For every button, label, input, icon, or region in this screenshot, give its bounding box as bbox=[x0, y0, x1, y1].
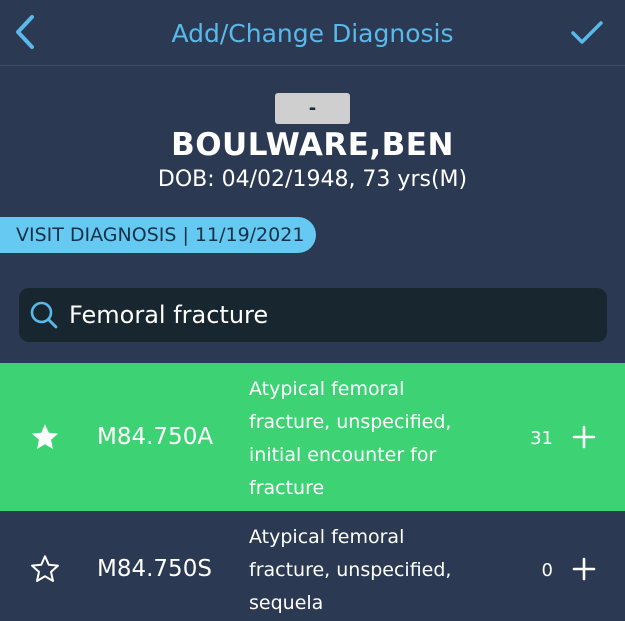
plus-icon bbox=[572, 425, 596, 449]
diagnosis-description: Atypical femoral fracture, unspecified, … bbox=[249, 526, 452, 614]
page-title: Add/Change Diagnosis bbox=[171, 18, 454, 48]
back-button[interactable] bbox=[8, 12, 42, 52]
diagnosis-code: M84.750S bbox=[97, 556, 212, 582]
star-outline-icon[interactable] bbox=[28, 552, 62, 586]
chevron-left-icon bbox=[16, 15, 34, 49]
search-input[interactable] bbox=[69, 288, 607, 342]
add-diagnosis-button[interactable] bbox=[569, 554, 599, 584]
add-diagnosis-button[interactable] bbox=[569, 422, 599, 452]
patient-dob: DOB: 04/02/1948, 73 yrs(M) bbox=[157, 167, 468, 192]
patient-name: BOULWARE,BEN bbox=[171, 127, 454, 163]
done-button[interactable] bbox=[569, 14, 605, 52]
search-icon bbox=[27, 298, 61, 332]
diagnosis-description: Atypical femoral fracture, unspecified, … bbox=[249, 378, 452, 499]
search-bar[interactable] bbox=[19, 288, 607, 342]
diagnosis-row-selected[interactable]: M84.750A Atypical femoral fracture, unsp… bbox=[0, 363, 625, 511]
navigation-bar: Add/Change Diagnosis bbox=[0, 0, 625, 66]
diagnosis-row[interactable]: M84.750S Atypical femoral fracture, unsp… bbox=[0, 511, 625, 621]
checkmark-icon bbox=[571, 21, 603, 44]
visit-diagnosis-label[interactable]: VISIT DIAGNOSIS | 11/19/2021 bbox=[0, 217, 316, 253]
usage-count: 31 bbox=[530, 428, 553, 449]
plus-icon bbox=[572, 557, 596, 581]
diagnosis-code: M84.750A bbox=[97, 424, 214, 450]
patient-badge: - bbox=[275, 93, 350, 124]
star-filled-icon[interactable] bbox=[28, 420, 62, 454]
usage-count: 0 bbox=[541, 560, 553, 581]
